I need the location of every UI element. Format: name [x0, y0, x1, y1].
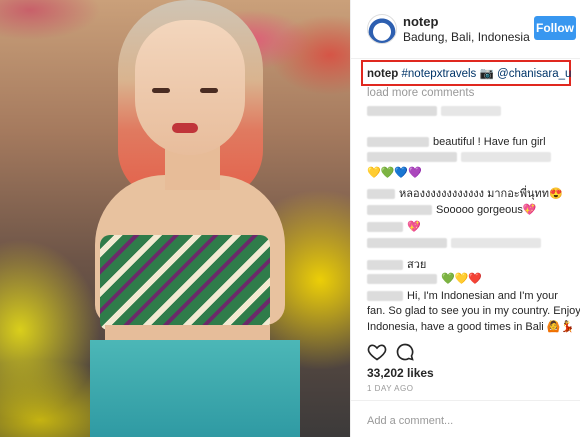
post-photo — [0, 0, 350, 437]
comment-text-line: fan. So glad to see you in my country. E… — [367, 305, 580, 317]
blurred-text — [461, 152, 551, 163]
add-comment-bar: Add a comment... — [351, 400, 580, 438]
like-count[interactable]: 33,202 likes — [367, 366, 434, 380]
avatar[interactable] — [367, 14, 397, 44]
camera-icon: 📷 — [479, 68, 494, 80]
caption: notep #notepxtravels 📷 @chanisara_u — [367, 66, 571, 80]
comment-item: หลองงงงงงงงงงงง มากอะพี่นุทท😍 — [367, 184, 563, 202]
comment-text-line: Indonesia, have a good times in Bali 🙆💃 — [367, 320, 574, 333]
comment-text: สวย — [407, 259, 427, 271]
comment-username[interactable] — [367, 222, 403, 233]
comment-item: 💚💛❤️ — [367, 272, 482, 285]
comment-item: สวย — [367, 255, 426, 273]
comment-username[interactable] — [367, 189, 395, 200]
follow-button[interactable]: Follow — [534, 16, 576, 40]
comment-username[interactable] — [367, 260, 403, 271]
emoji: 💖 — [407, 221, 421, 233]
caption-hashtag[interactable]: #notepxtravels — [402, 68, 477, 80]
emoji-hearts: 💚💛❤️ — [441, 273, 483, 285]
load-more-comments-link[interactable]: load more comments — [367, 87, 474, 99]
comment-item: beautiful ! Have fun girl — [367, 136, 546, 148]
comment-username[interactable] — [367, 106, 437, 117]
comment-item: 💖 — [367, 220, 421, 233]
post-timestamp[interactable]: 1 DAY AGO — [367, 384, 413, 393]
post-username[interactable]: notep — [403, 14, 438, 29]
comment-username[interactable] — [367, 291, 403, 302]
comment-text: Indonesia, have a good times in Bali — [367, 321, 544, 333]
comment-text: Sooooo gorgeous — [436, 204, 523, 216]
emoji: 💖 — [522, 204, 537, 216]
comment-username[interactable] — [367, 205, 432, 216]
comment-item: Hi, I'm Indonesian and I'm your — [367, 290, 558, 302]
comment-text: Hi, I'm Indonesian and I'm your — [407, 290, 558, 302]
comment-icon[interactable] — [395, 342, 415, 362]
comment-item: 💛💚💙💜 — [367, 166, 422, 179]
comment-username[interactable] — [367, 238, 447, 249]
comment-item — [367, 105, 505, 117]
add-comment-input[interactable]: Add a comment... — [367, 415, 453, 427]
comment-username[interactable] — [367, 152, 457, 163]
photo-eye-left — [152, 88, 170, 93]
comment-text: หลองงงงงงงงงงงง มากอะพี่นุทท — [399, 188, 549, 200]
photo-skirt — [90, 340, 300, 437]
emoji: 😍 — [548, 188, 563, 200]
blurred-text — [451, 238, 541, 249]
comment-item — [367, 151, 555, 163]
heart-icon[interactable] — [367, 342, 387, 362]
comment-item: Sooooo gorgeous💖 — [367, 203, 537, 216]
post-side-panel: notep Badung, Bali, Indonesia Follow not… — [350, 0, 580, 437]
comment-item — [367, 237, 545, 249]
post-header: notep Badung, Bali, Indonesia Follow — [351, 0, 580, 59]
blurred-text — [441, 106, 501, 117]
emoji: 🙆💃 — [546, 321, 575, 333]
comment-text: beautiful ! Have fun girl — [433, 136, 546, 148]
photo-crop-top — [100, 235, 270, 330]
caption-username[interactable]: notep — [367, 68, 398, 80]
photo-lips — [172, 123, 198, 133]
caption-mention[interactable]: @chanisara_u — [497, 68, 571, 80]
photo-face — [135, 20, 245, 155]
photo-eye-right — [200, 88, 218, 93]
comment-username[interactable] — [367, 137, 429, 148]
comment-username[interactable] — [367, 274, 437, 285]
emoji-hearts: 💛💚💙💜 — [367, 167, 422, 179]
post-location[interactable]: Badung, Bali, Indonesia — [403, 30, 530, 44]
